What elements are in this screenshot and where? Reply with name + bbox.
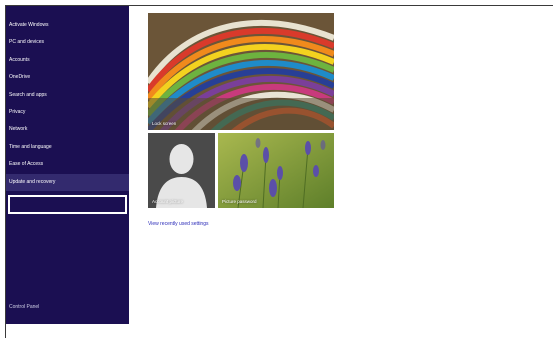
- picture-password-tile[interactable]: Picture password: [218, 133, 334, 208]
- picture-password-label: Picture password: [222, 199, 257, 204]
- account-picture-label: Account picture: [152, 199, 184, 204]
- sidebar-item-time-and-language[interactable]: Time and language: [6, 139, 129, 156]
- sidebar-item-onedrive[interactable]: OneDrive: [6, 69, 129, 86]
- sidebar-item-activate-windows[interactable]: Activate Windows: [6, 17, 129, 34]
- lock-screen-label: Lock screen: [152, 121, 177, 126]
- settings-sidebar: Activate Windows PC and devices Accounts…: [6, 6, 129, 324]
- user-silhouette-icon: [148, 133, 215, 208]
- lavender-image: [218, 133, 334, 208]
- sidebar-item-accounts[interactable]: Accounts: [6, 52, 129, 69]
- sidebar-item-update-and-recovery[interactable]: Update and recovery: [6, 174, 129, 191]
- sidebar-item-network[interactable]: Network: [6, 121, 129, 138]
- sidebar-item-ease-of-access[interactable]: Ease of Access: [6, 156, 129, 173]
- control-panel-link[interactable]: Control Panel: [9, 304, 39, 310]
- lock-screen-image: [148, 13, 334, 130]
- lock-screen-tile[interactable]: Lock screen: [148, 13, 334, 130]
- search-input[interactable]: [8, 195, 127, 214]
- sidebar-item-search-and-apps[interactable]: Search and apps: [6, 87, 129, 104]
- sidebar-item-privacy[interactable]: Privacy: [6, 104, 129, 121]
- view-recent-settings-link[interactable]: View recently used settings: [148, 221, 209, 227]
- account-picture-tile[interactable]: Account picture: [148, 133, 215, 208]
- sidebar-item-pc-and-devices[interactable]: PC and devices: [6, 34, 129, 51]
